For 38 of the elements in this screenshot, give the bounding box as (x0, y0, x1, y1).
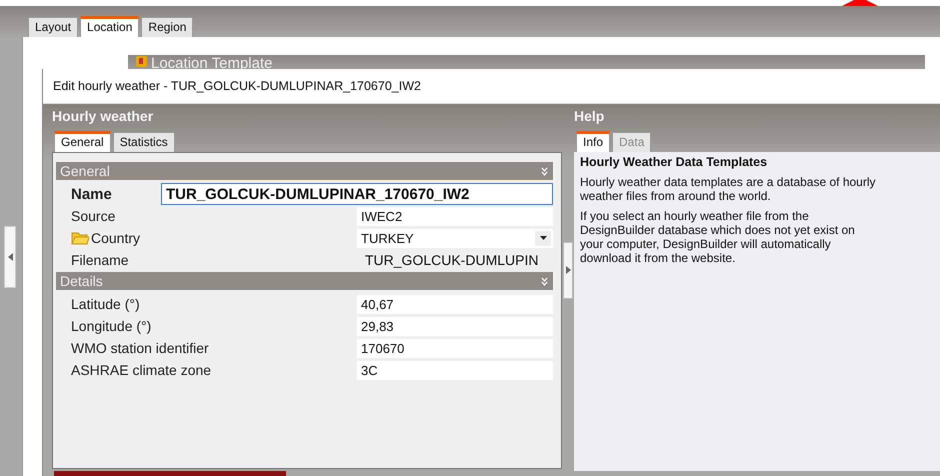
panel-title: Hourly weather (52, 108, 154, 124)
dropdown-field[interactable]: TURKEY (357, 228, 553, 248)
input-field[interactable]: 40,67 (357, 294, 553, 314)
input-field[interactable]: 3C (357, 360, 553, 380)
help-title: Hourly Weather Data Templates (580, 155, 768, 169)
left-arrow-icon (8, 252, 12, 260)
template-title: Location Template (151, 55, 272, 71)
field-label: Country (91, 230, 140, 246)
field-label: Source (70, 208, 116, 224)
field-label: WMO station identifier (70, 340, 210, 356)
tab[interactable]: Info (576, 131, 610, 152)
field-label: Name (70, 186, 113, 202)
caret-icon[interactable] (540, 236, 546, 240)
name-field[interactable]: TUR_GOLCUK-DUMLUPINAR_170670_IW2 (161, 183, 553, 205)
tab[interactable]: Location (80, 16, 140, 37)
tab[interactable]: Layout (28, 17, 78, 37)
collapse-icon[interactable] (541, 276, 548, 286)
side-panel-handle[interactable] (4, 226, 16, 288)
field-label: Latitude (°) (70, 296, 141, 312)
field-label: ASHRAE climate zone (70, 362, 212, 378)
input-field[interactable]: IWEC2 (357, 206, 553, 226)
help-paragraph: If you select an hourly weather file from the DesignBuilder database which does not yet exist on your computer, DesignBuilder will automatically download it from the website. (580, 209, 856, 265)
right-arrow-icon (566, 266, 570, 274)
input-field[interactable]: 170670 (357, 338, 553, 358)
window-title: Edit hourly weather - TUR_GOLCUK-DUMLUPINAR_170670_IW2 (53, 79, 421, 93)
tab[interactable]: Statistics (112, 132, 175, 152)
splitter-handle[interactable] (563, 242, 573, 298)
help-paragraph: Hourly weather data templates are a database of hourly weather files from around the world. (580, 175, 877, 203)
field-value: TUR_GOLCUK-DUMLUPIN (364, 251, 540, 270)
tab[interactable]: Region (141, 17, 194, 37)
panel-title: Help (574, 108, 604, 124)
field-label: Filename (70, 252, 130, 268)
input-field[interactable]: 29,83 (357, 316, 553, 336)
template-icon (136, 55, 148, 67)
field-label: Longitude (°) (70, 318, 152, 334)
collapse-icon[interactable] (541, 166, 548, 176)
tab[interactable]: General (54, 131, 111, 152)
folder-icon (71, 231, 89, 245)
